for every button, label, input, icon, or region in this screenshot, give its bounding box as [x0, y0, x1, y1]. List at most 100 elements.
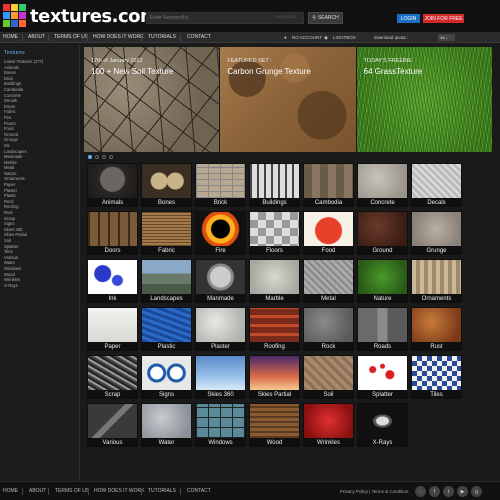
featured-title: 64 GrassTexture: [363, 67, 423, 76]
category-tile[interactable]: Windows: [195, 403, 246, 447]
rss-icon[interactable]: ∷: [415, 486, 426, 497]
featured-grunge-slide[interactable]: FEATURED SET : Carbon Grunge Texture: [220, 47, 356, 152]
category-thumbnail: [142, 356, 191, 390]
category-thumbnail: [196, 404, 245, 438]
login-button[interactable]: LOGIN: [397, 14, 420, 23]
category-tile[interactable]: X-Rays: [357, 403, 408, 447]
nav-home[interactable]: HOME: [3, 32, 18, 43]
category-tile[interactable]: Grunge: [411, 211, 462, 255]
search-category-select[interactable]: Keywords: [276, 14, 296, 19]
category-tile[interactable]: Brick: [195, 163, 246, 207]
category-tile[interactable]: Ink: [87, 259, 138, 303]
category-tile[interactable]: Fire: [195, 211, 246, 255]
category-tile[interactable]: Roads: [357, 307, 408, 351]
category-tile[interactable]: Splatter: [357, 355, 408, 399]
category-tile[interactable]: Concrete: [357, 163, 408, 207]
category-tile[interactable]: Nature: [357, 259, 408, 303]
featured-grass-slide[interactable]: TODAY'S FREEBIE 64 GrassTexture: [356, 47, 492, 152]
category-tile[interactable]: Ornaments: [411, 259, 462, 303]
category-tile[interactable]: Wood: [249, 403, 300, 447]
featured-soil-slide[interactable]: 17th of January 2012 100 + New Soil Text…: [84, 47, 220, 152]
category-label: Wood: [266, 440, 283, 446]
category-thumbnail: [142, 260, 191, 294]
category-tile[interactable]: Plaster: [195, 307, 246, 351]
search-button[interactable]: ⚲ SEARCH: [308, 12, 343, 24]
nav-about[interactable]: ABOUT: [28, 32, 45, 43]
category-tile[interactable]: Manmade: [195, 259, 246, 303]
category-thumbnail: [250, 212, 299, 246]
category-tile[interactable]: Doors: [87, 211, 138, 255]
footer-tutorials[interactable]: TUTORIALS: [148, 482, 176, 500]
logo[interactable]: textures.com: [3, 4, 159, 28]
category-tile[interactable]: Cambodia: [303, 163, 354, 207]
category-label: Grunge: [426, 248, 447, 254]
category-label: Windows: [208, 440, 233, 446]
category-tile[interactable]: Bones: [141, 163, 192, 207]
footer-about[interactable]: ABOUT: [29, 482, 46, 500]
nav-how-it-works[interactable]: HOW DOES IT WORK: [93, 32, 143, 43]
footer-contact[interactable]: CONTACT: [187, 482, 211, 500]
category-thumbnail: [412, 356, 461, 390]
category-tile[interactable]: Paper: [87, 307, 138, 351]
youtube-icon[interactable]: ▶: [457, 486, 468, 497]
category-tile[interactable]: Animals: [87, 163, 138, 207]
carousel-dot[interactable]: [95, 155, 99, 159]
category-tile[interactable]: Floors: [249, 211, 300, 255]
twitter-icon[interactable]: t: [443, 486, 454, 497]
category-thumbnail: [250, 308, 299, 342]
category-thumbnail: [304, 404, 353, 438]
sidebar-item[interactable]: Latest Textures (277): [4, 59, 43, 65]
category-tile[interactable]: Water: [141, 403, 192, 447]
category-thumbnail: [142, 404, 191, 438]
footer-how-it-works[interactable]: HOW DOES IT WORK: [94, 482, 144, 500]
category-label: X-Rays: [372, 440, 393, 446]
lightbox-link[interactable]: LIGHTBOX: [333, 32, 356, 43]
category-tile[interactable]: Signs: [141, 355, 192, 399]
footer-terms[interactable]: TERMS OF US: [55, 482, 89, 500]
category-tile[interactable]: Skies Partial: [249, 355, 300, 399]
category-label: Concrete: [370, 200, 395, 206]
search-button-label: SEARCH: [317, 15, 339, 21]
carousel-dot[interactable]: [102, 155, 106, 159]
category-tile[interactable]: Rock: [303, 307, 354, 351]
download-quota-value: 15 ↓: [438, 34, 455, 41]
category-tile[interactable]: Roofing: [249, 307, 300, 351]
category-tile[interactable]: Wrinkles: [303, 403, 354, 447]
category-tile[interactable]: Ground: [357, 211, 408, 255]
sidebar-item[interactable]: X-Rays: [4, 283, 43, 289]
lightbox-icon: ◉: [324, 35, 328, 40]
nav-tutorials[interactable]: TUTORIALS: [148, 32, 176, 43]
category-thumbnail: [250, 164, 299, 198]
join-button[interactable]: JOIN FOR FREE: [423, 14, 464, 23]
category-label: Decals: [427, 200, 446, 206]
category-thumbnail: [304, 212, 353, 246]
category-tile[interactable]: Landscapes: [141, 259, 192, 303]
facebook-icon[interactable]: f: [429, 486, 440, 497]
category-tile[interactable]: Buildings: [249, 163, 300, 207]
footer-home[interactable]: HOME: [3, 482, 18, 500]
nav-contact[interactable]: CONTACT: [187, 32, 211, 43]
category-tile[interactable]: Plastic: [141, 307, 192, 351]
account-link[interactable]: NO ACCOUNT: [292, 32, 322, 43]
nav-terms[interactable]: TERMS OF US: [54, 32, 88, 43]
category-tile[interactable]: Food: [303, 211, 354, 255]
carousel-dot[interactable]: [109, 155, 113, 159]
category-tile[interactable]: Tiles: [411, 355, 462, 399]
category-tile[interactable]: Decals: [411, 163, 462, 207]
category-label: Rust: [430, 344, 443, 350]
category-tile[interactable]: Scrap: [87, 355, 138, 399]
category-tile[interactable]: Various: [87, 403, 138, 447]
category-thumbnail: [304, 260, 353, 294]
google-plus-icon[interactable]: g: [471, 486, 482, 497]
category-tile[interactable]: Fabric: [141, 211, 192, 255]
carousel-dot[interactable]: [88, 155, 92, 159]
footer-legal-links[interactable]: Privacy Policy | Terms & Condition: [340, 482, 408, 500]
category-tile[interactable]: Soil: [303, 355, 354, 399]
category-tile[interactable]: Marble: [249, 259, 300, 303]
category-label: Plaster: [211, 344, 230, 350]
category-tile[interactable]: Rust: [411, 307, 462, 351]
category-thumbnail: [358, 260, 407, 294]
category-thumbnail: [358, 308, 407, 342]
category-tile[interactable]: Metal: [303, 259, 354, 303]
category-tile[interactable]: Skies 360: [195, 355, 246, 399]
